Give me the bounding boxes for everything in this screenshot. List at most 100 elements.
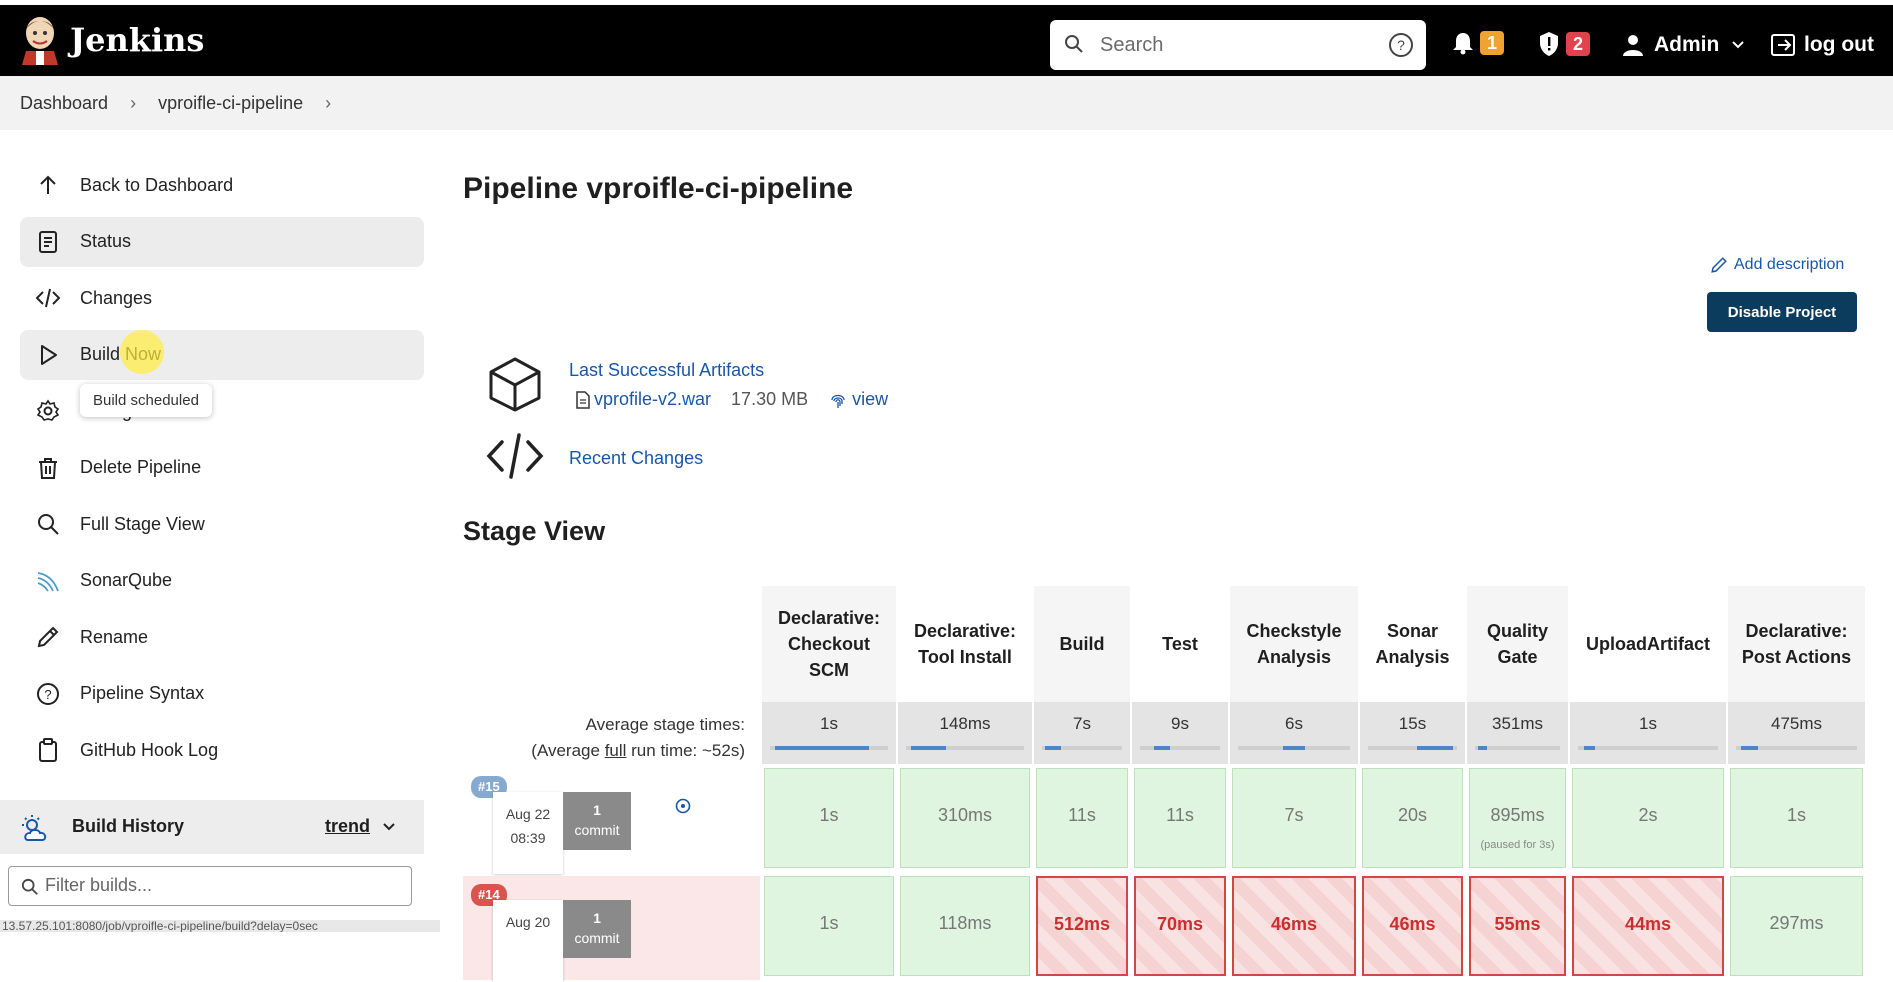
sidebar-item-build-now[interactable]: Build Now [20, 329, 424, 380]
sidebar-item-github-hook-log[interactable]: GitHub Hook Log [20, 725, 424, 775]
stage-duration: 7s [1284, 805, 1304, 825]
stage-average-bar [1736, 746, 1857, 750]
jenkins-butler-icon [22, 17, 58, 65]
stage-duration: 1s [1786, 805, 1806, 825]
add-description-link[interactable]: Add description [1710, 256, 1844, 274]
average-stage-times-text: Average stage times: [585, 715, 745, 734]
breadcrumb-dashboard[interactable]: Dashboard [20, 93, 108, 114]
sidebar-item-changes[interactable]: Changes [20, 273, 424, 323]
sidebar-item-status[interactable]: Status [20, 216, 424, 267]
sidebar-item-full-stage-view[interactable]: Full Stage View [20, 499, 424, 549]
trash-icon [39, 457, 57, 479]
stage-result-cell[interactable]: 297ms [1730, 876, 1863, 976]
stage-header: Declarative: Tool Install [898, 586, 1032, 702]
chevron-down-icon [1732, 41, 1745, 49]
sidebar-item-pipeline-syntax[interactable]: ? Pipeline Syntax [20, 669, 424, 719]
stage-average-bar [906, 746, 1024, 750]
sonarqube-icon [37, 571, 59, 592]
sidebar-item-rename[interactable]: Rename [20, 612, 424, 662]
sidebar-item-back-to-dashboard[interactable]: Back to Dashboard [20, 160, 424, 210]
stage-duration: 11s [1068, 805, 1096, 825]
bell-icon [1453, 33, 1473, 55]
stage-result-cell[interactable]: 895ms (paused for 3s) [1469, 768, 1566, 868]
sidebar-item-label: Changes [80, 287, 153, 308]
commit-label: commit [574, 930, 620, 946]
filter-builds-box[interactable] [8, 866, 412, 906]
stage-header: Sonar Analysis [1360, 586, 1465, 702]
artifact-view-label: view [852, 389, 889, 409]
logout-button[interactable]: log out [1770, 33, 1874, 57]
stage-result-cell[interactable]: 1s [764, 768, 894, 868]
stage-result-cell[interactable]: 55ms [1469, 876, 1566, 976]
stage-average-time: 1s [762, 702, 896, 764]
stage-duration: 310ms [937, 805, 993, 825]
stage-result-cell[interactable]: 70ms [1134, 876, 1226, 976]
stage-duration: 11s [1166, 805, 1194, 825]
build-date: Aug 20 [493, 900, 563, 982]
sidebar-item-delete-pipeline[interactable]: Delete Pipeline [20, 443, 424, 493]
last-successful-artifacts-link[interactable]: Last Successful Artifacts [569, 360, 764, 381]
gear-icon [36, 399, 60, 421]
search-box[interactable]: ? [1050, 20, 1426, 70]
logout-icon [1771, 34, 1795, 56]
stage-result-cell[interactable]: 7s [1232, 768, 1356, 868]
sidebar-item-label: Delete Pipeline [80, 457, 202, 477]
build-run-row[interactable]: #15 Aug 22 08:39 1 commit [463, 768, 760, 874]
stage-duration: 2s [1638, 805, 1658, 825]
stage-result-cell[interactable]: 20s [1362, 768, 1463, 868]
stage-result-cell[interactable]: 1s [1730, 768, 1863, 868]
stage-result-cell[interactable]: 46ms [1232, 876, 1356, 976]
jenkins-logo[interactable]: Jenkins [20, 15, 204, 65]
stage-result-cell[interactable]: 2s [1572, 768, 1724, 868]
disable-project-button[interactable]: Disable Project [1707, 292, 1857, 332]
stage-result-cell[interactable]: 1s [764, 876, 894, 976]
stage-result-cell[interactable]: 310ms [900, 768, 1030, 868]
clipboard-icon [39, 738, 57, 762]
stage-average-time: 148ms [898, 702, 1032, 764]
info-icon[interactable] [675, 798, 691, 814]
build-run-row[interactable]: #14 Aug 20 1 commit [463, 876, 760, 982]
stage-duration: 297ms [1769, 913, 1824, 933]
document-icon [39, 230, 57, 253]
stage-result-cell[interactable]: 11s [1036, 768, 1128, 868]
artifact-view-link[interactable]: view [830, 389, 888, 410]
stage-average-bar [1238, 746, 1350, 750]
security-alerts-button[interactable]: 2 [1538, 31, 1590, 57]
search-icon [21, 878, 38, 895]
filter-builds-input[interactable] [45, 875, 385, 896]
stage-header: UploadArtifact [1570, 586, 1726, 702]
notifications-button[interactable]: 1 [1452, 31, 1504, 55]
stage-result-cell[interactable]: 46ms [1362, 876, 1463, 976]
help-icon: ? [37, 682, 59, 705]
chevron-down-icon[interactable] [382, 822, 396, 832]
stage-column: Declarative: Tool Install 148ms [898, 586, 1032, 764]
stage-result-cell[interactable]: 11s [1134, 768, 1226, 868]
artifact-file-link[interactable]: vprofile-v2.war [594, 389, 711, 410]
stage-result-cell[interactable]: 512ms [1036, 876, 1128, 976]
search-input[interactable] [1100, 30, 1370, 60]
notifications-count-badge: 1 [1480, 31, 1504, 55]
stage-average-time: 475ms [1728, 702, 1865, 764]
stage-result-cell[interactable]: 118ms [900, 876, 1030, 976]
sidebar-item-sonarqube[interactable]: SonarQube [20, 556, 424, 606]
stage-header: Quality Gate [1467, 586, 1568, 702]
breadcrumb-separator-icon[interactable]: › [325, 93, 331, 114]
build-date-time: 08:39 [510, 830, 546, 846]
stage-column: Quality Gate 351ms [1467, 586, 1568, 764]
stage-average-time: 7s [1034, 702, 1130, 764]
stage-view-title: Stage View [463, 516, 606, 546]
stage-average-time: 1s [1570, 702, 1726, 764]
trend-link[interactable]: trend [325, 816, 370, 837]
stage-average-time: 6s [1230, 702, 1358, 764]
commit-count-badge[interactable]: 1 commit [563, 792, 631, 850]
stage-result-cell[interactable]: 44ms [1572, 876, 1724, 976]
pencil-icon [1711, 257, 1727, 273]
user-menu[interactable]: Admin [1622, 33, 1745, 57]
breadcrumb-separator-icon: › [130, 92, 137, 113]
stage-average-value: 475ms [1770, 714, 1823, 733]
commit-count-badge[interactable]: 1 commit [563, 900, 631, 958]
recent-changes-link[interactable]: Recent Changes [569, 448, 703, 469]
help-icon[interactable]: ? [1388, 32, 1414, 58]
breadcrumb-pipeline[interactable]: vproifle-ci-pipeline [158, 93, 303, 114]
build-date-day: Aug 22 [505, 806, 551, 822]
